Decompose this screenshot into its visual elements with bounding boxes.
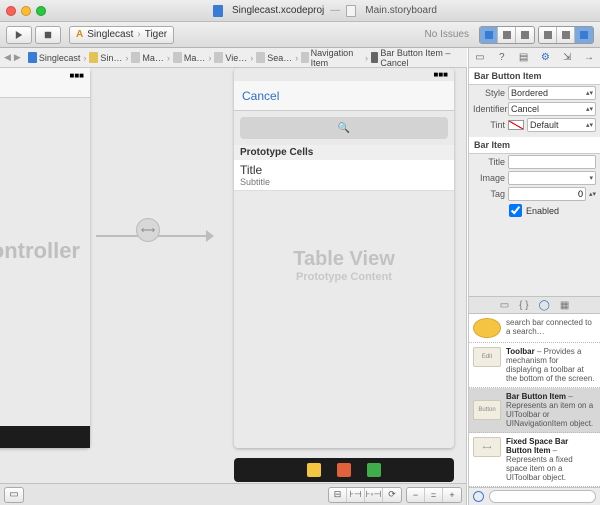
title-field[interactable] xyxy=(508,155,596,169)
object-library-tab[interactable]: ◯ xyxy=(539,300,550,311)
library-item-bar-button-item[interactable]: Button Bar Button Item – Represents an i… xyxy=(469,388,600,433)
connections-inspector-tab[interactable]: → xyxy=(583,52,595,64)
search-bar[interactable]: 🔍 xyxy=(240,117,448,139)
pin-button[interactable]: ⊦⊣ xyxy=(347,488,365,502)
back-button[interactable]: ◀ xyxy=(4,52,11,63)
library-item-toolbar[interactable]: Edit Toolbar – Provides a mechanism for … xyxy=(469,343,600,388)
toggle-navigator-button[interactable] xyxy=(539,27,557,43)
cancel-bar-button[interactable]: Cancel xyxy=(242,89,279,103)
scene-dock[interactable] xyxy=(234,458,454,482)
storyboard-canvas[interactable]: ■■■ n Controller Controller ⟷ ■■■ Cancel… xyxy=(0,68,467,505)
section-bar-item: Bar Item xyxy=(469,137,600,154)
toggle-debug-button[interactable] xyxy=(557,27,575,43)
panel-visibility-seg[interactable] xyxy=(538,26,594,44)
first-responder-icon[interactable] xyxy=(337,463,351,477)
object-library-list[interactable]: search bar connected to a search… Edit T… xyxy=(469,314,600,487)
search-icon: 🔍 xyxy=(338,123,350,134)
window-titlebar: Singlecast.xcodeproj — Main.storyboard xyxy=(0,0,600,22)
main-toolbar: A Singlecast › Tiger No Issues xyxy=(0,22,600,48)
run-button[interactable] xyxy=(6,26,32,44)
cell-title: Title xyxy=(240,163,448,177)
resolve-button[interactable]: ⊦◦⊣ xyxy=(365,488,383,502)
resizing-button[interactable]: ⟳ xyxy=(383,488,401,502)
project-icon xyxy=(213,5,223,17)
segue-arrow[interactable]: ⟷ xyxy=(96,230,214,242)
prototype-cells-header: Prototype Cells xyxy=(234,145,454,160)
toggle-utilities-button[interactable] xyxy=(575,27,593,43)
scene-navigation-controller[interactable]: ■■■ n Controller Controller xyxy=(0,68,90,448)
scheme-name: Singlecast xyxy=(87,29,133,40)
title-label: Title xyxy=(473,157,505,167)
zoom-window-button[interactable] xyxy=(36,6,46,16)
style-select[interactable]: Bordered▴▾ xyxy=(508,86,596,100)
exit-icon[interactable] xyxy=(367,463,381,477)
library-item-fixed-space[interactable]: ⟷ Fixed Space Bar Button Item – Represen… xyxy=(469,433,600,487)
file-inspector-tab[interactable]: ▭ xyxy=(474,52,486,64)
section-bar-button-item: Bar Button Item xyxy=(469,68,600,85)
auto-layout-buttons[interactable]: ⊟ ⊦⊣ ⊦◦⊣ ⟳ xyxy=(328,487,402,503)
size-inspector-tab[interactable]: ⇲ xyxy=(561,52,573,64)
library-search-field[interactable] xyxy=(489,490,596,503)
tint-select[interactable]: Default▴▾ xyxy=(527,118,596,132)
storyboard-icon xyxy=(346,5,356,17)
cell-subtitle: Subtitle xyxy=(240,177,448,187)
library-item-search-bar[interactable]: search bar connected to a search… xyxy=(469,314,600,343)
align-button[interactable]: ⊟ xyxy=(329,488,347,502)
zoom-actual-button[interactable]: = xyxy=(425,488,443,502)
tag-field[interactable] xyxy=(508,187,586,201)
controller-placeholder-label: n Controller xyxy=(0,238,80,264)
style-label: Style xyxy=(473,88,505,98)
jump-bar[interactable]: ◀ ▶ Singlecast› Sin…› Ma…› Ma…› Vie…› Se… xyxy=(0,48,467,68)
inspector-tabs[interactable]: ▭ ? ▤ ⚙ ⇲ → xyxy=(468,48,600,68)
table-view-label: Table View xyxy=(234,248,454,271)
tint-swatch[interactable] xyxy=(508,120,524,130)
identifier-label: Identifier xyxy=(473,104,505,114)
view-controller-icon[interactable] xyxy=(307,463,321,477)
forward-button[interactable]: ▶ xyxy=(14,52,21,63)
media-library-tab[interactable]: ▦ xyxy=(560,300,569,311)
enabled-label: Enabled xyxy=(526,206,559,216)
utilities-panel: Bar Button Item Style Bordered▴▾ Identif… xyxy=(468,68,600,505)
library-footer xyxy=(469,487,600,505)
enabled-checkbox[interactable] xyxy=(509,204,522,217)
zoom-out-button[interactable]: − xyxy=(407,488,425,502)
minimize-window-button[interactable] xyxy=(21,6,31,16)
editor-mode-seg[interactable] xyxy=(479,26,535,44)
outline-toggle-button[interactable]: ▭ xyxy=(4,487,24,503)
identity-inspector-tab[interactable]: ▤ xyxy=(518,52,530,64)
close-window-button[interactable] xyxy=(6,6,16,16)
attributes-inspector-tab[interactable]: ⚙ xyxy=(539,52,551,64)
zoom-buttons[interactable]: − = + xyxy=(406,487,462,503)
project-title: Singlecast.xcodeproj xyxy=(232,5,324,16)
prototype-cell[interactable]: Title Subtitle xyxy=(234,160,454,191)
canvas-footer: ▭ ⊟ ⊦⊣ ⊦◦⊣ ⟳ − = + xyxy=(0,483,466,505)
version-editor-button[interactable] xyxy=(516,27,534,43)
zoom-in-button[interactable]: + xyxy=(443,488,461,502)
file-title: Main.storyboard xyxy=(365,5,437,16)
destination-name: Tiger xyxy=(145,29,167,40)
library-view-mode-button[interactable] xyxy=(473,491,484,502)
identifier-select[interactable]: Cancel▴▾ xyxy=(508,102,596,116)
image-label: Image xyxy=(473,173,505,183)
quickhelp-inspector-tab[interactable]: ? xyxy=(496,52,508,64)
assistant-editor-button[interactable] xyxy=(498,27,516,43)
scheme-selector[interactable]: A Singlecast › Tiger xyxy=(69,26,174,44)
scene-table-view-controller[interactable]: ■■■ Cancel 🔍 Prototype Cells Title Subti… xyxy=(234,68,454,448)
image-select[interactable]: ▾ xyxy=(508,171,596,185)
stop-button[interactable] xyxy=(35,26,61,44)
tag-label: Tag xyxy=(473,189,505,199)
library-tabs[interactable]: ▭ { } ◯ ▦ xyxy=(469,296,600,314)
tint-label: Tint xyxy=(473,120,505,130)
file-template-library-tab[interactable]: ▭ xyxy=(500,300,509,311)
scene-title-bar[interactable]: Controller xyxy=(0,426,90,448)
code-snippet-library-tab[interactable]: { } xyxy=(519,300,528,311)
segue-icon: ⟷ xyxy=(136,218,160,242)
issues-status: No Issues xyxy=(425,29,469,40)
prototype-content-label: Prototype Content xyxy=(234,271,454,283)
standard-editor-button[interactable] xyxy=(480,27,498,43)
